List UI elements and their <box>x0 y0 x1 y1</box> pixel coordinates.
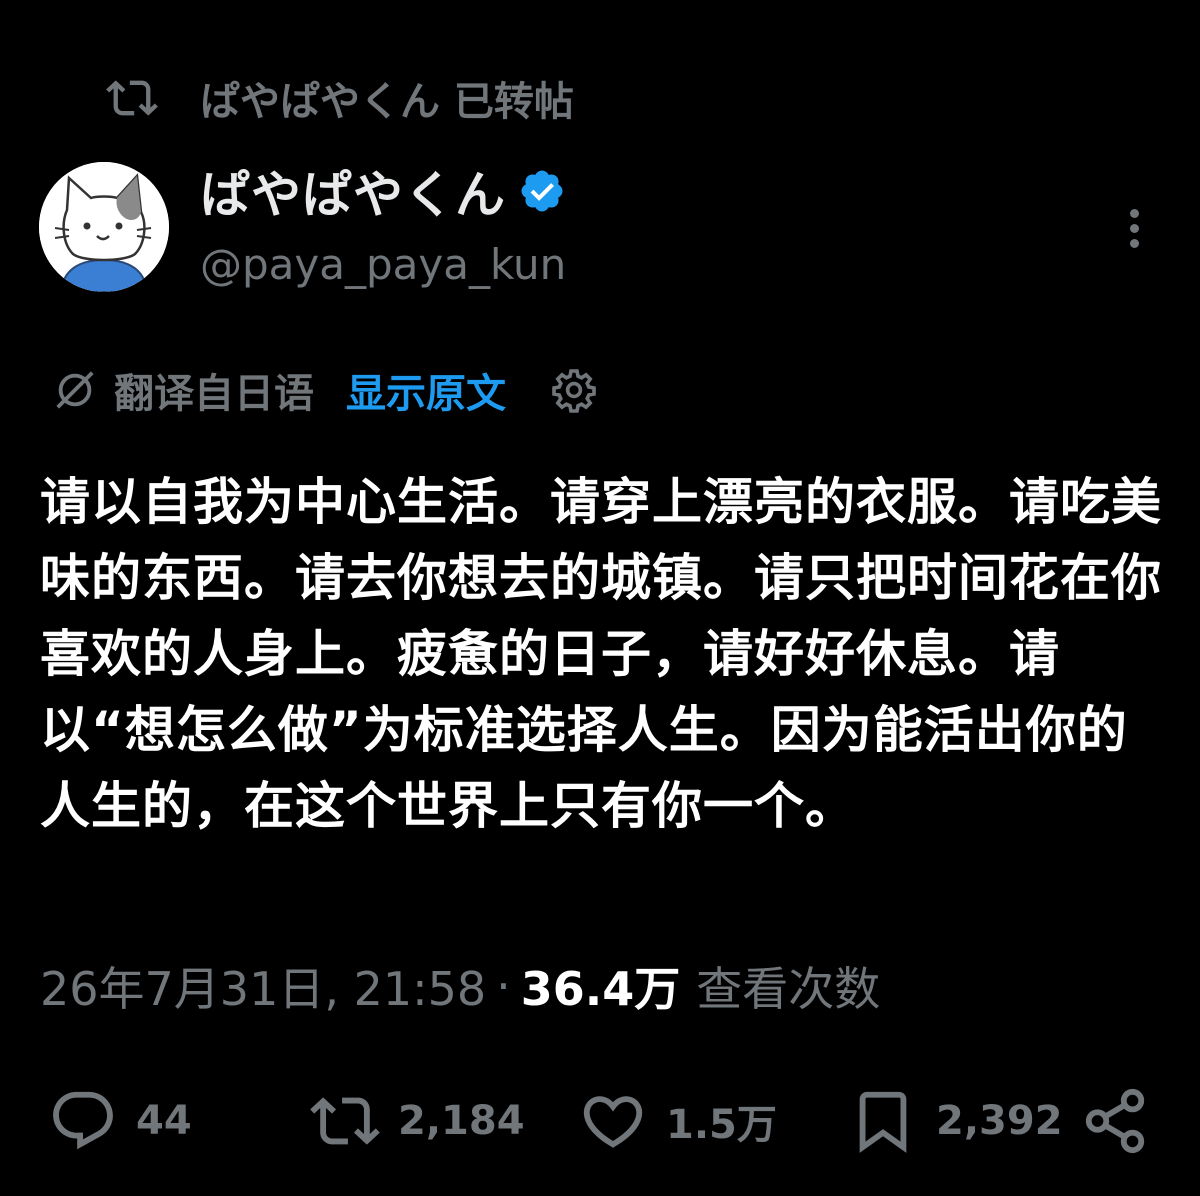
more-dot <box>1129 238 1139 248</box>
like-count: 1.5万 <box>666 1102 777 1148</box>
retweeted-by-text: ぱやぱやくん 已转帖 <box>200 79 574 125</box>
reply-icon <box>53 1091 113 1150</box>
views-count: 36.4万 <box>520 962 681 1016</box>
retweet-icon <box>106 80 158 116</box>
display-name[interactable]: ぱやぱやくん <box>200 155 506 227</box>
show-original-link[interactable]: 显示原文 <box>346 361 506 419</box>
meta-separator: · <box>496 959 511 1013</box>
more-options-button[interactable] <box>1112 200 1156 256</box>
cat-avatar <box>39 162 169 292</box>
retweet-count: 2,184 <box>398 1098 525 1144</box>
like-button[interactable]: 1.5万 <box>578 1086 777 1156</box>
views-label[interactable]: 查看次数 <box>696 953 880 1019</box>
retweet-button[interactable]: 2,184 <box>310 1086 525 1156</box>
avatar[interactable] <box>39 162 169 292</box>
bookmark-count: 2,392 <box>936 1098 1063 1144</box>
gear-icon[interactable] <box>550 366 598 414</box>
retweeted-by-bar[interactable]: ぱやぱやくん 已转帖 <box>106 70 574 126</box>
display-name-row: ぱやぱやくん <box>200 158 566 224</box>
reply-button[interactable]: 44 <box>48 1086 192 1156</box>
tweet-text: 请以自我为中心生活。请穿上漂亮的衣服。请吃美味的东西。请去你想去的城镇。请只把时… <box>40 473 1162 835</box>
heart-icon <box>583 1096 643 1148</box>
translate-icon <box>56 371 94 409</box>
tweet-timestamp[interactable]: 26年7月31日, 21:58 <box>40 953 486 1019</box>
share-button[interactable] <box>1080 1086 1150 1156</box>
bookmark-button[interactable]: 2,392 <box>848 1086 1063 1156</box>
translation-row: 翻译自日语 显示原文 <box>52 360 598 420</box>
bookmark-icon <box>859 1091 907 1153</box>
tweet-actions-bar: 44 2,184 1.5万 2,392 <box>48 1086 1158 1156</box>
translated-from-label: 翻译自日语 <box>114 371 314 417</box>
user-handle[interactable]: @paya_paya_kun <box>200 240 566 289</box>
author-block[interactable]: ぱやぱやくん @paya_paya_kun <box>200 158 566 289</box>
more-dot <box>1129 223 1139 233</box>
share-icon <box>1085 1088 1145 1154</box>
more-vertical-icon <box>1129 208 1139 218</box>
retweet-icon <box>310 1097 380 1145</box>
reply-count: 44 <box>136 1098 192 1144</box>
tweet-meta-row: 26年7月31日, 21:58 · 36.4万 查看次数 <box>40 956 880 1016</box>
verified-badge-icon[interactable] <box>518 167 566 215</box>
